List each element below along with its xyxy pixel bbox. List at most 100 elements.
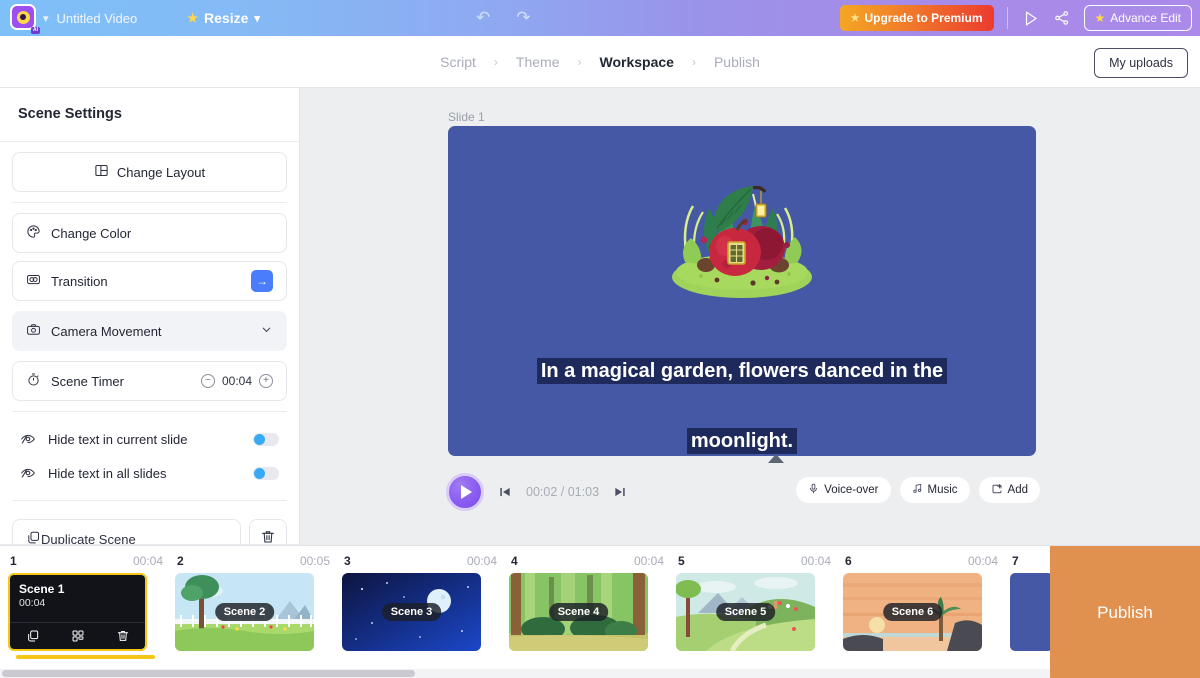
scene-badge: Scene 2 bbox=[214, 603, 275, 621]
scene-action-icons bbox=[10, 622, 145, 649]
duplicate-delete-row: Duplicate Scene bbox=[12, 519, 287, 545]
panel-title: Scene Settings bbox=[18, 106, 122, 122]
transition-arrow-icon[interactable]: → bbox=[251, 270, 273, 292]
voice-over-button[interactable]: Voice-over bbox=[796, 477, 891, 503]
time-separator: / bbox=[560, 485, 565, 499]
project-chevron-down-icon[interactable]: ▾ bbox=[43, 12, 49, 25]
breadcrumb-item-theme[interactable]: Theme bbox=[516, 54, 560, 70]
breadcrumb-item-publish[interactable]: Publish bbox=[714, 54, 760, 70]
scene-list: 1 00:04 Scene 1 00:04 2 00:05 Scene 2 3 … bbox=[0, 546, 1070, 659]
transition-button[interactable]: Transition → bbox=[12, 261, 287, 301]
add-button[interactable]: Add bbox=[978, 477, 1040, 503]
undo-redo-group: ↶ ↷ bbox=[476, 8, 531, 28]
timer-decrement-button[interactable]: − bbox=[200, 374, 215, 388]
garden-illustration bbox=[672, 185, 812, 298]
upgrade-to-premium-button[interactable]: ★ Upgrade to Premium bbox=[839, 5, 994, 31]
breadcrumb-item-script[interactable]: Script bbox=[440, 54, 476, 70]
change-color-label: Change Color bbox=[51, 225, 132, 241]
camera-movement-button[interactable]: Camera Movement bbox=[12, 311, 287, 351]
scene-thumbnail[interactable]: Scene 4 bbox=[509, 573, 648, 651]
app-logo[interactable]: AI bbox=[10, 4, 40, 34]
hide-text-current-slide-toggle[interactable] bbox=[253, 432, 279, 446]
share-icon[interactable] bbox=[1053, 9, 1071, 27]
music-button[interactable]: Music bbox=[899, 477, 970, 503]
timeline-scene-1[interactable]: 1 00:04 Scene 1 00:04 bbox=[8, 546, 175, 659]
delete-scene-button[interactable] bbox=[249, 519, 287, 545]
scene-header: 2 00:05 bbox=[175, 554, 342, 568]
hide-text-current-slide-row[interactable]: Hide text in current slide bbox=[0, 422, 299, 456]
slide-canvas[interactable]: In a magical garden, flowers danced in t… bbox=[448, 126, 1036, 456]
skip-next-icon[interactable] bbox=[613, 485, 627, 499]
scene-thumbnail[interactable]: Scene 5 bbox=[676, 573, 815, 651]
play-button[interactable] bbox=[446, 473, 484, 511]
scene-timer-row[interactable]: Scene Timer − 00:04 + bbox=[12, 361, 287, 401]
microphone-icon bbox=[808, 483, 819, 497]
undo-icon[interactable]: ↶ bbox=[476, 8, 490, 28]
timeline-scene-4[interactable]: 4 00:04 Scene 4 bbox=[509, 546, 676, 651]
advance-edit-button[interactable]: ★ Advance Edit bbox=[1083, 5, 1192, 31]
scene-number: 4 bbox=[511, 554, 518, 568]
scene-timer-label: Scene Timer bbox=[51, 373, 124, 389]
toggle-knob bbox=[254, 433, 265, 445]
preview-play-icon[interactable] bbox=[1021, 9, 1040, 28]
hide-text-all-slides-row[interactable]: Hide text in all slides bbox=[0, 456, 299, 490]
scene-duration: 00:04 bbox=[132, 554, 163, 568]
project-title[interactable]: Untitled Video bbox=[57, 11, 138, 26]
timeline-scrollbar-thumb[interactable] bbox=[2, 670, 415, 677]
scene-thumbnail[interactable]: Scene 2 bbox=[175, 573, 314, 651]
scene-number: 7 bbox=[1012, 554, 1019, 568]
eye-off-icon bbox=[20, 430, 36, 449]
resize-label: Resize bbox=[204, 10, 249, 26]
toolbar-divider bbox=[1006, 7, 1008, 29]
timeline-scene-3[interactable]: 3 00:04 Scene 3 bbox=[342, 546, 509, 651]
timeline-scene-5[interactable]: 5 00:04 Scene 5 bbox=[676, 546, 843, 651]
slide-caption[interactable]: In a magical garden, flowers danced in t… bbox=[448, 354, 1036, 456]
scene-name: Scene 1 bbox=[19, 582, 65, 596]
trash-icon bbox=[260, 529, 276, 546]
change-layout-label: Change Layout bbox=[116, 164, 206, 180]
resize-button[interactable]: ★ Resize ▾ bbox=[187, 10, 260, 26]
publish-button[interactable]: Publish bbox=[1050, 546, 1200, 678]
scene-badge: Scene 4 bbox=[548, 603, 609, 621]
layout-icon[interactable] bbox=[71, 629, 85, 643]
scene-number: 1 bbox=[10, 554, 17, 568]
change-color-button[interactable]: Change Color bbox=[12, 213, 287, 253]
timer-icon bbox=[26, 372, 41, 390]
scene-timer-stepper: − 00:04 + bbox=[200, 374, 273, 388]
duplicate-icon[interactable] bbox=[26, 629, 40, 643]
my-uploads-button[interactable]: My uploads bbox=[1094, 48, 1188, 78]
scene-number: 6 bbox=[845, 554, 852, 568]
change-layout-button[interactable]: Change Layout bbox=[12, 152, 287, 192]
breadcrumb-bar: Script › Theme › Workspace › Publish My … bbox=[0, 36, 1200, 88]
scene-timer-value: 00:04 bbox=[221, 374, 252, 388]
timeline-scrollbar-track[interactable] bbox=[0, 669, 1050, 678]
timeline-bar: 1 00:04 Scene 1 00:04 2 00:05 Scene 2 3 … bbox=[0, 545, 1200, 678]
scene-duration: 00:05 bbox=[299, 554, 330, 568]
breadcrumb-item-workspace[interactable]: Workspace bbox=[600, 54, 674, 70]
timeline-scene-2[interactable]: 2 00:05 Scene 2 bbox=[175, 546, 342, 651]
scene-badge: Scene 5 bbox=[715, 603, 776, 621]
redo-icon[interactable]: ↷ bbox=[516, 8, 530, 28]
timer-increment-button[interactable]: + bbox=[259, 374, 273, 388]
trash-icon[interactable] bbox=[116, 629, 130, 643]
timeline-scene-6[interactable]: 6 00:04 Scene 6 bbox=[843, 546, 1010, 651]
caption-drag-handle[interactable] bbox=[768, 454, 784, 463]
add-label: Add bbox=[1007, 484, 1028, 496]
panel-divider bbox=[12, 202, 287, 203]
add-frame-icon bbox=[991, 483, 1003, 498]
scene-thumbnail[interactable] bbox=[1010, 573, 1053, 651]
duplicate-scene-button[interactable]: Duplicate Scene bbox=[12, 519, 241, 545]
scene-info: Scene 1 00:04 bbox=[10, 575, 145, 622]
logo-dot bbox=[20, 14, 26, 20]
hide-text-all-slides-toggle[interactable] bbox=[253, 466, 279, 480]
skip-previous-icon[interactable] bbox=[498, 485, 512, 499]
scene-number: 5 bbox=[678, 554, 685, 568]
play-icon bbox=[461, 485, 472, 499]
scene-duration: 00:04 bbox=[466, 554, 497, 568]
panel-divider bbox=[12, 500, 287, 501]
scene-thumbnail[interactable]: Scene 3 bbox=[342, 573, 481, 651]
chevron-down-icon[interactable] bbox=[260, 323, 273, 339]
scene-number: 3 bbox=[344, 554, 351, 568]
scene-thumbnail[interactable]: Scene 1 00:04 bbox=[8, 573, 147, 651]
scene-thumbnail[interactable]: Scene 6 bbox=[843, 573, 982, 651]
